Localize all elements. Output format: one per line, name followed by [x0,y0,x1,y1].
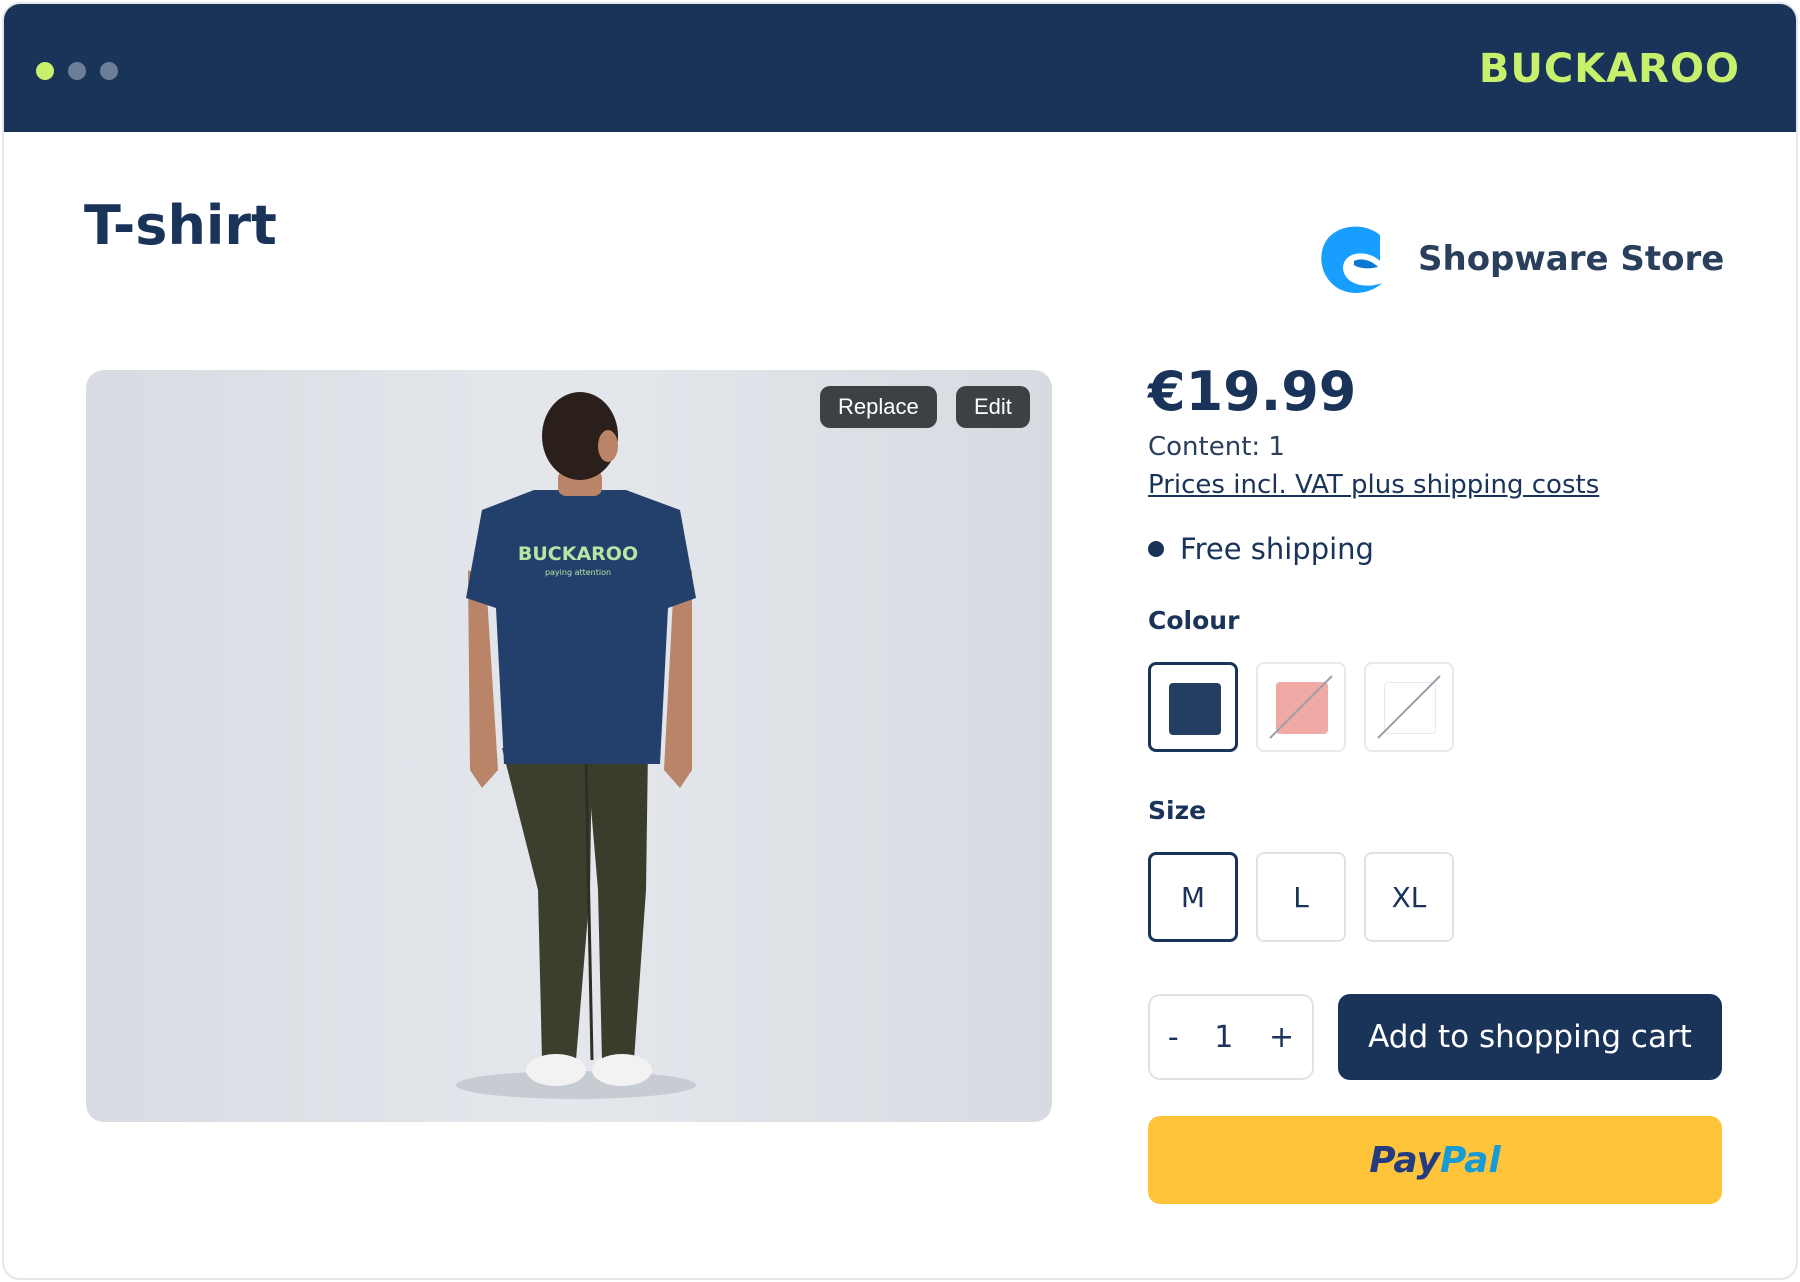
top-bar: BUCKAROO [4,4,1796,132]
paypal-logo-pay: Pay [1369,1139,1440,1181]
colour-swatch-navy[interactable] [1148,662,1238,752]
quantity-value[interactable]: 1 [1214,1020,1233,1055]
paypal-button[interactable]: Pay Pal [1148,1116,1722,1204]
size-label: Size [1148,796,1207,825]
shipping-info: Free shipping [1148,532,1374,566]
size-option-xl[interactable]: XL [1364,852,1454,942]
quantity-decrease-button[interactable]: - [1168,1020,1179,1055]
shopware-logo-icon [1321,226,1382,294]
vat-shipping-link[interactable]: Prices incl. VAT plus shipping costs [1148,470,1599,500]
store-name: Shopware Store [1418,239,1725,279]
window-dot-active [36,62,54,80]
window-dot [100,62,118,80]
shirt-print-subtext: paying attention [545,568,611,577]
product-price: €19.99 [1148,360,1357,423]
product-photo: BUCKAROO paying attention [456,392,696,1099]
browser-window: BUCKAROO T-shirt Shopware Store BUCKAROO… [2,2,1798,1280]
brand-logo: BUCKAROO [1478,46,1740,92]
paypal-logo-pal: Pal [1440,1139,1501,1181]
shipping-text: Free shipping [1180,532,1374,566]
window-dot [68,62,86,80]
unavailable-strike-icon [1377,675,1441,739]
quantity-increase-button[interactable]: + [1269,1020,1294,1055]
size-option-l[interactable]: L [1256,852,1346,942]
replace-image-button[interactable]: Replace [820,386,937,428]
store-badge: Shopware Store [1314,219,1724,299]
colour-label: Colour [1148,606,1240,635]
swatch-color [1169,683,1221,735]
product-title: T-shirt [84,194,277,257]
colour-swatch-white[interactable] [1364,662,1454,752]
product-image: BUCKAROO paying attention Replace Edit [86,370,1052,1122]
shirt-print: BUCKAROO [518,543,638,565]
colour-swatch-pink[interactable] [1256,662,1346,752]
unavailable-strike-icon [1269,675,1333,739]
bullet-icon [1148,541,1164,557]
content-quantity: Content: 1 [1148,432,1285,462]
add-to-cart-button[interactable]: Add to shopping cart [1338,994,1722,1080]
edit-image-button[interactable]: Edit [956,386,1030,428]
quantity-stepper: - 1 + [1148,994,1314,1080]
size-option-m[interactable]: M [1148,852,1238,942]
